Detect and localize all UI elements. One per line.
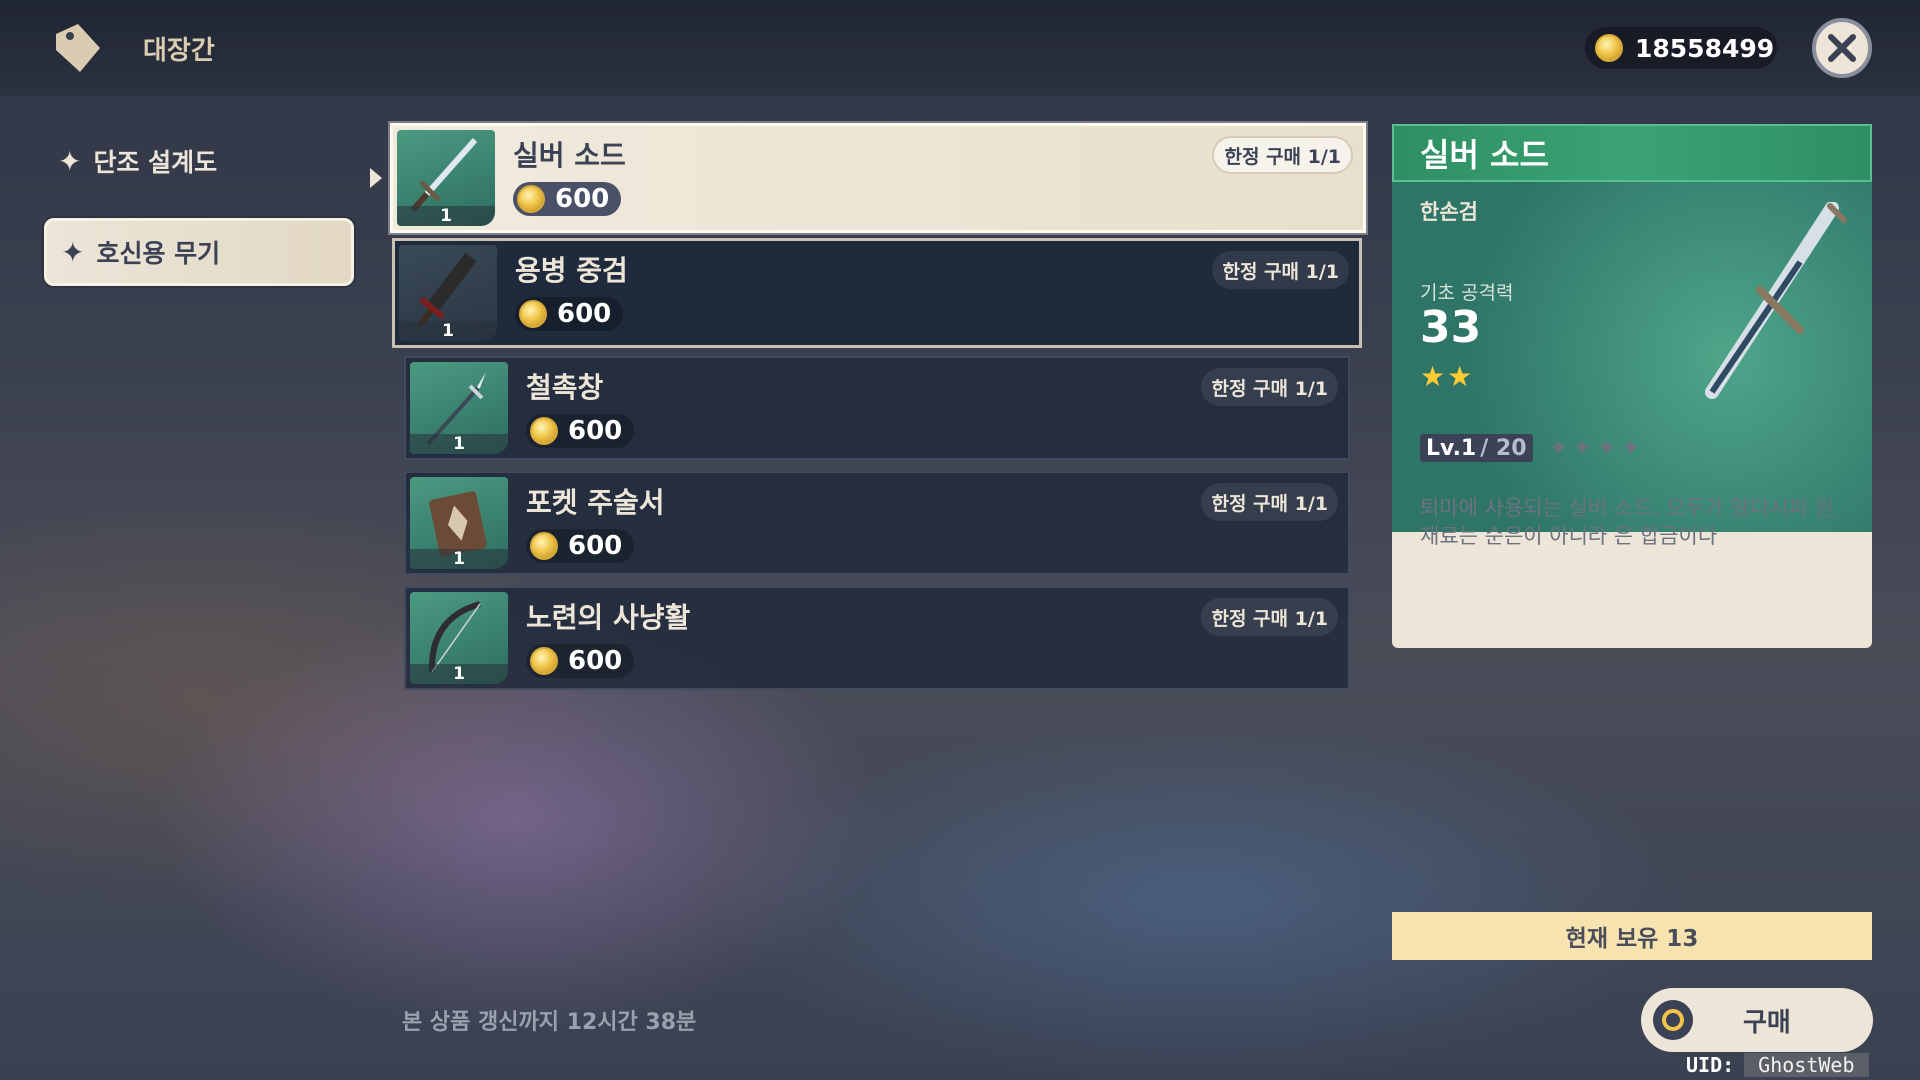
buy-label: 구매 [1743, 1007, 1791, 1038]
sword-icon [410, 138, 478, 212]
sparkle-icon: ✦ [58, 144, 82, 178]
detail-artwork: 한손검 기초 공격력 33 ★★ [1392, 182, 1872, 532]
owned-count: 현재 보유 13 [1392, 912, 1872, 960]
item-price: 600 [515, 297, 624, 331]
list-pointer-arrow-icon [370, 168, 382, 188]
price-value: 600 [568, 416, 623, 446]
price-value: 600 [555, 184, 610, 214]
item-quantity: 1 [410, 549, 508, 569]
mora-coin-icon [1595, 34, 1623, 62]
refinement-icons: ✦✦✦✦ [1548, 434, 1645, 462]
mora-coin-icon [530, 417, 558, 445]
item-thumbnail: 1 [410, 362, 508, 454]
level-badge: Lv.1 / 20 [1420, 434, 1533, 462]
shop-item-row[interactable]: 1 실버 소드 600 한정 구매 1/1 [390, 123, 1366, 233]
mora-coin-icon [530, 532, 558, 560]
item-price: 600 [526, 529, 635, 563]
mora-amount: 18558499 [1635, 33, 1775, 63]
close-button[interactable] [1812, 18, 1872, 78]
item-price: 600 [513, 182, 622, 216]
stat-label: 기초 공격력 [1420, 282, 1514, 304]
item-price: 600 [526, 644, 635, 678]
level-current: Lv.1 [1426, 435, 1477, 461]
shop-title: 대장간 [143, 36, 215, 66]
nav-tab-forging-blueprints[interactable]: ✦ 단조 설계도 [44, 128, 354, 194]
item-thumbnail: 1 [399, 245, 497, 341]
buy-button[interactable]: 구매 [1641, 988, 1873, 1052]
level-cap: / 20 [1480, 435, 1527, 461]
item-quantity: 1 [410, 434, 508, 454]
claymore-icon [416, 252, 477, 329]
item-thumbnail: 1 [397, 130, 495, 226]
shop-item-row[interactable]: 1 철촉창 600 한정 구매 1/1 [404, 356, 1350, 460]
nav-tab-label: 호신용 무기 [96, 239, 221, 268]
purchase-limit-badge: 한정 구매 1/1 [1201, 368, 1338, 406]
item-quantity: 1 [399, 321, 497, 341]
purchase-limit-badge: 한정 구매 1/1 [1201, 483, 1338, 521]
item-price: 600 [526, 414, 635, 448]
mora-balance: 18558499 [1585, 27, 1777, 69]
purchase-limit-badge: 한정 구매 1/1 [1212, 251, 1349, 289]
silver-sword-artwork-icon [1705, 202, 1847, 399]
close-icon [1828, 34, 1856, 62]
weapon-type: 한손검 [1420, 200, 1478, 224]
uid-value: GhostWeb [1744, 1053, 1869, 1077]
price-value: 600 [568, 646, 623, 676]
sparkle-icon: ✦ [61, 235, 85, 269]
price-value: 600 [557, 299, 612, 329]
controller-button-icon [1653, 1000, 1693, 1040]
nav-tab-defensive-weapons[interactable]: ✦ 호신용 무기 [44, 218, 354, 286]
price-value: 600 [568, 531, 623, 561]
nav-tab-label: 단조 설계도 [93, 148, 218, 177]
item-thumbnail: 1 [410, 592, 508, 684]
item-description: 퇴마에 사용되는 실버 소드. 모두가 알다시피 원재료는 순은이 아니라 은 … [1420, 496, 1834, 548]
item-quantity: 1 [397, 206, 495, 226]
purchase-limit-badge: 한정 구매 1/1 [1201, 598, 1338, 636]
stat-value: 33 [1420, 302, 1482, 353]
shop-tag-icon [56, 24, 100, 72]
refresh-timer: 본 상품 갱신까지 12시간 38분 [402, 1010, 697, 1035]
item-thumbnail: 1 [410, 477, 508, 569]
shop-item-row[interactable]: 1 포켓 주술서 600 한정 구매 1/1 [404, 471, 1350, 575]
detail-title: 실버 소드 [1392, 124, 1872, 182]
level-row: Lv.1 / 20 ✦✦✦✦ [1420, 434, 1645, 462]
shop-item-row[interactable]: 1 용병 중검 600 한정 구매 1/1 [392, 238, 1362, 348]
mora-coin-icon [519, 300, 547, 328]
uid-label: UID: [1686, 1053, 1735, 1077]
uid-tag: UID: GhostWeb [1686, 1052, 1869, 1078]
rarity-stars: ★★ [1420, 360, 1475, 393]
item-detail-panel: 실버 소드 한손검 기초 공격력 33 ★★ Lv.1 / 20 ✦✦✦✦ 퇴마… [1392, 124, 1872, 648]
item-quantity: 1 [410, 664, 508, 684]
mora-coin-icon [517, 185, 545, 213]
mora-coin-icon [530, 647, 558, 675]
purchase-limit-badge: 한정 구매 1/1 [1212, 136, 1353, 174]
shop-item-row[interactable]: 1 노련의 사냥활 600 한정 구매 1/1 [404, 586, 1350, 690]
